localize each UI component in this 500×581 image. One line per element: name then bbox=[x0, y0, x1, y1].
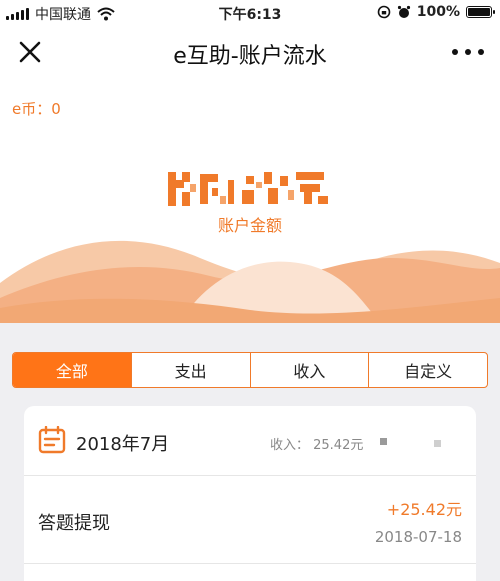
orientation-lock-icon bbox=[377, 5, 391, 19]
tab-all[interactable]: 全部 bbox=[13, 353, 132, 387]
record-title: 答题提现 bbox=[38, 513, 110, 534]
tab-custom[interactable]: 自定义 bbox=[369, 353, 487, 387]
account-header: e币：0 账户金额 bbox=[0, 78, 500, 323]
filter-tabs: 全部 支出 收入 自定义 bbox=[12, 352, 488, 388]
calendar-icon bbox=[38, 426, 66, 454]
month-header: 2018年7月 收入： 25.42元 bbox=[24, 406, 476, 476]
record-amount: +25.42元 bbox=[386, 500, 462, 519]
nav-bar: e互助-账户流水 bbox=[0, 26, 500, 78]
page-title: e互助-账户流水 bbox=[173, 44, 327, 69]
list-item[interactable]: 答题提现 +25.42元 2018-07-18 bbox=[24, 476, 476, 564]
mosaic-mark bbox=[380, 438, 387, 445]
battery-icon bbox=[466, 6, 495, 18]
ledger-card: 2018年7月 收入： 25.42元 答题提现 +25.42元 2018-07-… bbox=[24, 406, 476, 581]
tab-expense[interactable]: 支出 bbox=[132, 353, 251, 387]
status-bar: 中国联通 下午6:13 100% bbox=[0, 0, 500, 26]
record-date: 2018-07-18 bbox=[374, 528, 462, 546]
tab-income[interactable]: 收入 bbox=[251, 353, 370, 387]
ecoin-balance: e币：0 bbox=[12, 100, 61, 118]
battery-percent: 100% bbox=[416, 4, 460, 20]
alarm-icon bbox=[397, 5, 410, 18]
wave-decoration bbox=[0, 240, 500, 323]
month-label: 2018年7月 bbox=[76, 434, 170, 455]
income-summary: 收入： 25.42元 bbox=[270, 438, 364, 453]
mosaic-mark bbox=[434, 440, 441, 447]
status-right: 100% bbox=[377, 4, 495, 20]
more-icon[interactable] bbox=[452, 38, 484, 66]
amount-mosaic bbox=[168, 172, 328, 206]
